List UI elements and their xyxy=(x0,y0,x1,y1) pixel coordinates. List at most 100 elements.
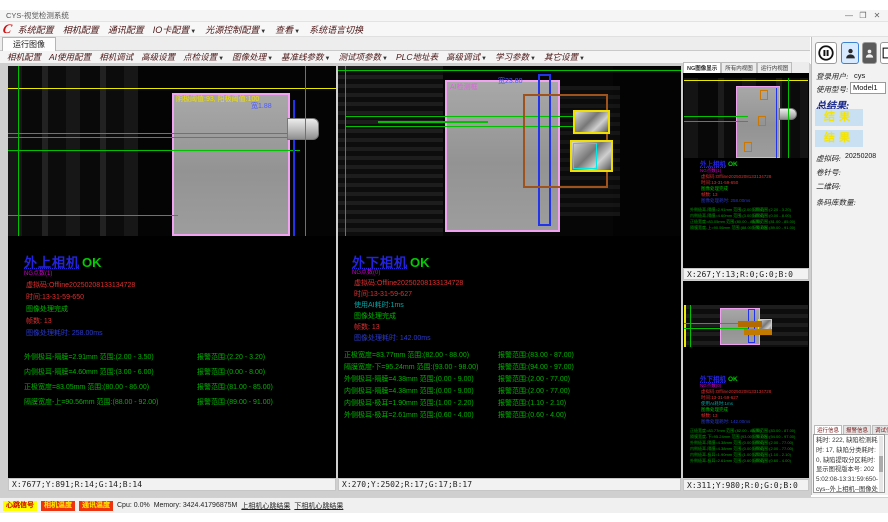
result-box-lower: 结果 xyxy=(815,130,863,147)
maximize-button[interactable]: ❐ xyxy=(856,10,870,22)
user-icon xyxy=(864,47,875,60)
barcode-bank-label: 条码库数量: xyxy=(816,197,856,208)
model-label: 使用型号: xyxy=(816,84,849,95)
chevron-down-icon: ▼ xyxy=(481,56,487,62)
measurement-row: 外侧极耳-隔膜=2.91mm 范围:(2.00 - 3.50)报警范围:(2.2… xyxy=(24,352,265,362)
blue-measure-line xyxy=(776,88,777,158)
virtual-code-label: 虚拟码: xyxy=(816,153,841,164)
scrollbar-thumb[interactable] xyxy=(879,456,883,472)
green-edge-line xyxy=(788,78,789,158)
user-manage-button[interactable] xyxy=(862,42,877,64)
left-pixel-coordinate-bar: X:7677;Y:891;R:14;G:14;B:14 xyxy=(8,478,336,491)
green-measure-line xyxy=(8,150,300,151)
yellow-reference-line xyxy=(684,80,808,81)
window-controls: — ❐ ✕ xyxy=(842,10,884,22)
status-bar: 心跳信号 相机温度 通讯温度 Cpu: 0.0% Memory: 3424.41… xyxy=(0,497,888,513)
thumb-lower-proc-time: 图像处理耗时: 142.00ms xyxy=(701,419,750,425)
tool-advanced-settings[interactable]: 高级设置 xyxy=(141,51,175,63)
thumb-tab-all-views[interactable]: 所有内视图 xyxy=(721,62,757,73)
thumb-lower-coordinate-bar: X:311;Y:980;R:0;G:0;B:0 xyxy=(683,479,809,491)
user-login-button[interactable] xyxy=(841,42,859,64)
weld-detect-box xyxy=(573,110,610,134)
exit-door-icon xyxy=(881,46,888,60)
tool-camera-config[interactable]: 相机配置 xyxy=(7,51,41,63)
thumbnail-panel-upper: 外上相机OK NG点数(1) 虚拟码:Offline20250208133134… xyxy=(683,73,809,268)
right-pixel-coordinate-bar: X:270;Y:2502;R:17;G:17;B:17 xyxy=(338,478,681,491)
thumb-lower-title: 外下相机OK xyxy=(700,373,738,383)
close-button[interactable]: ✕ xyxy=(870,10,884,22)
left-camera-image[interactable]: 阴极阈值:93, 阳极阈值:100 宽1.88 xyxy=(8,66,336,236)
product-region xyxy=(172,93,290,236)
overlay-label-block xyxy=(738,321,762,327)
thumb-lower-image[interactable] xyxy=(684,305,808,347)
tab-run-image[interactable]: 运行图像 xyxy=(2,37,56,51)
menu-light-config[interactable]: 光源控制配置▼ xyxy=(205,23,266,36)
lower-camera-heartbeat-result[interactable]: 下相机心跳结果 xyxy=(294,501,343,511)
tool-learning-params[interactable]: 学习参数▼ xyxy=(495,51,536,63)
tool-plc-address-table[interactable]: PLC地址表 xyxy=(396,51,438,63)
virtual-code-value: 20250208 xyxy=(845,153,876,160)
thumb-upper-proc-time: 图像处理耗时: 258.00ms xyxy=(701,198,750,204)
info-log-box[interactable]: 耗时: 222, 缺陷检测耗时: 17, 缺陷分类耗时: 0, 缺陷提取分区耗时… xyxy=(813,434,885,493)
menu-comm-config[interactable]: 通讯配置 xyxy=(108,23,144,36)
menu-io-config[interactable]: IO卡配置▼ xyxy=(153,23,196,36)
control-panel: 登录用户: cys 使用型号: Model1 总结果: 结果 结果 虚拟码: 2… xyxy=(811,37,888,495)
tool-baseline-params[interactable]: 基准线参数▼ xyxy=(281,51,330,63)
chevron-down-icon: ▼ xyxy=(190,29,196,35)
exit-button[interactable] xyxy=(880,42,888,64)
tool-ai-usage-config[interactable]: AI使用配置 xyxy=(49,51,91,63)
measurement-row: 内侧极耳-隔膜=4.60mm 范围:(3.00 - 6.00)报警范围:(0.0… xyxy=(24,367,265,377)
green-measure-line xyxy=(684,328,748,329)
memory-usage: Memory: 3424.41796875M xyxy=(154,502,238,509)
left-frame-count: 帧数: 13 xyxy=(26,316,52,326)
login-user-value: cys xyxy=(854,71,865,80)
tool-camera-debug[interactable]: 相机调试 xyxy=(99,51,133,63)
run-pause-button[interactable] xyxy=(815,42,837,64)
thumb-tab-ng-display[interactable]: NG图像显示 xyxy=(683,62,721,73)
chevron-down-icon: ▼ xyxy=(294,29,300,35)
menu-bar: C 系统配置 相机配置 通讯配置 IO卡配置▼ 光源控制配置▼ 查看▼ 系统语言… xyxy=(0,22,888,37)
comm-temp-badge: 通讯温度 xyxy=(79,501,113,511)
green-edge-line xyxy=(305,66,306,236)
measurement-row: 隔膜宽度-上=90.56mm 范围:(88.00 - 92.00)报警范围:(8… xyxy=(24,397,273,407)
window-title: CYS-视觉检测系统 xyxy=(6,11,69,20)
electrode-tab xyxy=(287,118,319,140)
tool-image-processing[interactable]: 图像处理▼ xyxy=(232,51,273,63)
chevron-down-icon: ▼ xyxy=(260,29,266,35)
right-camera-ok-status: OK xyxy=(410,255,430,270)
measurement-row: 正极宽度=83.77mm 范围:(82.00 - 88.00)报警范围:(83.… xyxy=(344,350,574,360)
pause-icon xyxy=(817,44,835,62)
upper-camera-heartbeat-result[interactable]: 上相机心跳结果 xyxy=(241,501,290,511)
tool-spot-check[interactable]: 点检设置▼ xyxy=(183,51,224,63)
info-scrollbar[interactable] xyxy=(879,436,883,493)
app-window: CYS-视觉检测系统 — ❐ ✕ C 系统配置 相机配置 通讯配置 IO卡配置▼… xyxy=(0,0,888,522)
green-measure-line xyxy=(378,121,488,123)
thumb-upper-title: 外上相机OK xyxy=(700,158,738,168)
menu-view[interactable]: 查看▼ xyxy=(275,23,300,36)
model-input[interactable]: Model1 xyxy=(850,82,886,94)
tool-test-params[interactable]: 测试项参数▼ xyxy=(339,51,388,63)
left-ng-count: NG点数(1) xyxy=(24,268,52,277)
camera-temp-badge: 相机温度 xyxy=(41,501,75,511)
menu-camera-config[interactable]: 相机配置 xyxy=(63,23,99,36)
left-camera-panel: 阴极阈值:93, 阳极阈值:100 宽1.88 外上相机OK NG点数(1) 虚… xyxy=(8,66,336,478)
right-camera-image[interactable]: AI检测框 宽23.80 xyxy=(338,66,681,236)
minimize-button[interactable]: — xyxy=(842,10,856,22)
measurement-row: 隔膜宽度-下=95.24mm 范围:(93.00 - 98.00)报警范围:(9… xyxy=(344,362,574,372)
tool-other-settings[interactable]: 其它设置▼ xyxy=(544,51,585,63)
thumbnail-tabs: NG图像显示 所有内视图 运行内视图 xyxy=(683,62,809,73)
thumb-tab-run-views[interactable]: 运行内视图 xyxy=(757,62,793,73)
winding-pin-label: 卷针号: xyxy=(816,167,841,178)
measurement-row: 外侧极耳-隔膜=4.38mm 范围:(0.00 - 9.00)报警范围:(2.0… xyxy=(344,374,570,384)
menu-system-config[interactable]: 系统配置 xyxy=(18,23,54,36)
tool-advanced-debug[interactable]: 高级调试▼ xyxy=(446,51,487,63)
login-user-label: 登录用户: xyxy=(816,71,849,82)
chevron-down-icon: ▼ xyxy=(267,56,273,62)
menu-language-switch[interactable]: 系统语言切换 xyxy=(309,23,363,36)
chevron-down-icon: ▼ xyxy=(382,56,388,62)
right-barcode: 虚拟码:Offline20250208133134728 xyxy=(354,278,463,288)
weld-inner-box xyxy=(573,143,597,169)
green-edge-line xyxy=(690,305,691,347)
thumb-upper-image[interactable] xyxy=(684,78,808,158)
right-time: 时间:13-31-59-627 xyxy=(354,289,412,299)
